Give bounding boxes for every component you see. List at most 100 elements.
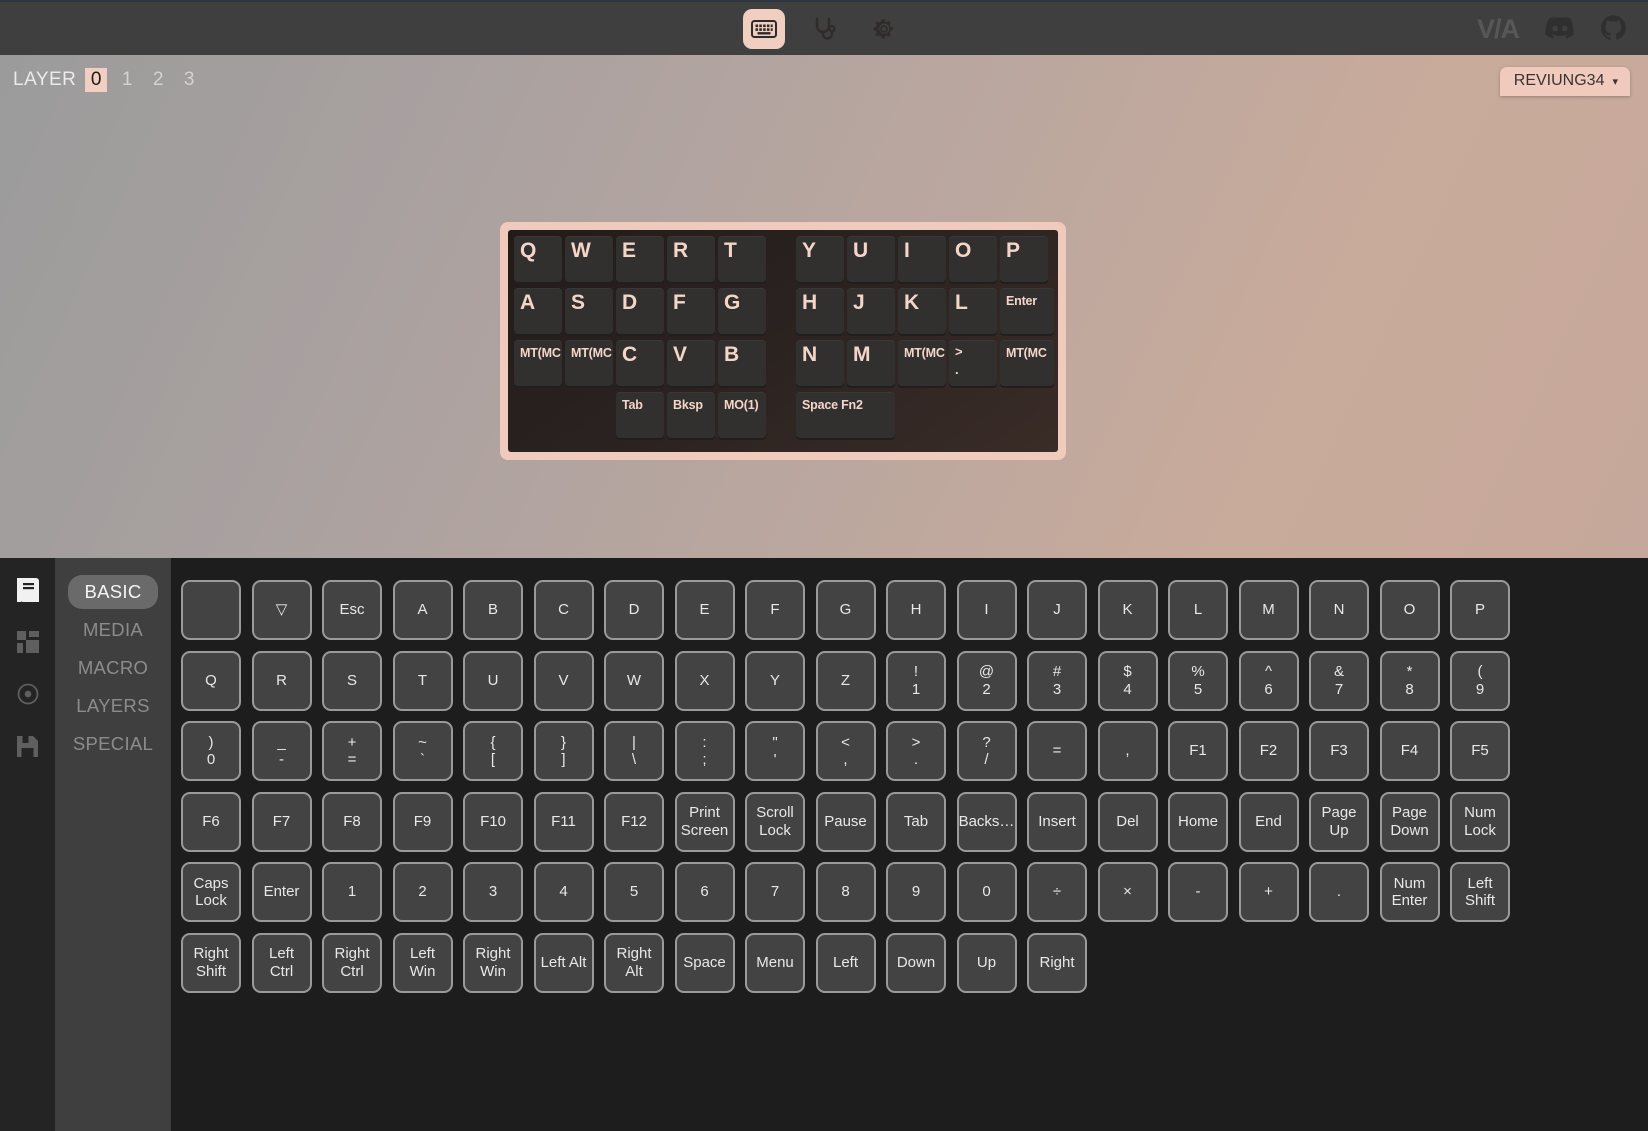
key-option[interactable]: ▽ — [251, 580, 312, 640]
key-option[interactable]: C — [533, 580, 594, 640]
key-option[interactable]: Right Alt — [604, 932, 664, 993]
key-option[interactable]: Insert — [1027, 791, 1087, 852]
debug-tab[interactable] — [803, 9, 845, 49]
layer-option-1[interactable]: 1 — [116, 68, 138, 92]
key-option[interactable]: (9 — [1450, 650, 1510, 711]
key-option[interactable]: L — [1168, 580, 1228, 640]
key-option[interactable]: V — [533, 650, 594, 711]
key-option[interactable]: $4 — [1097, 650, 1158, 711]
key-option[interactable]: ÷ — [1027, 862, 1087, 922]
keycap[interactable]: S — [565, 288, 613, 336]
keycap[interactable]: K — [898, 288, 946, 336]
key-option[interactable]: ~ ` — [392, 721, 453, 781]
key-option[interactable]: }] — [533, 721, 594, 781]
keyboard-tab[interactable] — [743, 8, 785, 49]
key-option[interactable]: ^ 6 — [1238, 650, 1299, 711]
key-option[interactable]: - — [1168, 862, 1228, 922]
keycap[interactable]: P — [1000, 236, 1048, 284]
key-option[interactable]: 7 — [745, 862, 805, 922]
keycap[interactable]: MT(MC — [898, 340, 946, 388]
key-option[interactable]: O — [1379, 580, 1440, 640]
discord-link[interactable] — [1545, 16, 1575, 44]
layer-option-0[interactable]: 0 — [85, 68, 108, 92]
key-option[interactable]: Space — [674, 932, 735, 993]
key-option[interactable]: Tab — [886, 791, 946, 852]
key-option[interactable]: D — [604, 580, 664, 640]
key-option[interactable]: J — [1027, 580, 1087, 640]
keycap[interactable]: Space Fn2 — [796, 392, 895, 440]
key-option[interactable]: F10 — [463, 791, 523, 852]
key-option[interactable]: 0 — [956, 862, 1017, 922]
key-option[interactable]: " ' — [745, 721, 805, 781]
keycap[interactable]: R — [667, 236, 715, 284]
key-option[interactable]: Y — [745, 650, 805, 711]
keycap[interactable]: MT(MC — [514, 340, 562, 388]
keycap[interactable]: >. — [949, 340, 997, 388]
keyboard-select-dropdown[interactable]: REVIUNG34 ▾ — [1499, 67, 1630, 96]
keycap[interactable]: C — [616, 340, 664, 388]
key-option[interactable]: Menu — [745, 932, 805, 993]
keycap[interactable]: T — [718, 236, 766, 284]
key-option[interactable]: Right — [1027, 932, 1087, 993]
key-option[interactable]: Esc — [322, 580, 382, 640]
keycap[interactable]: B — [718, 340, 766, 388]
key-option[interactable]: F2 — [1238, 721, 1299, 781]
keycap[interactable]: Tab — [616, 392, 664, 440]
key-option[interactable]: F11 — [533, 791, 594, 852]
key-option[interactable]: × — [1097, 862, 1158, 922]
keycap[interactable]: E — [616, 236, 664, 284]
keycap[interactable]: W — [565, 236, 613, 284]
key-option[interactable]: Left Ctrl — [251, 932, 312, 993]
settings-tab[interactable] — [863, 9, 905, 49]
key-option[interactable]: F4 — [1379, 721, 1440, 781]
keycap[interactable]: I — [898, 236, 946, 284]
key-option[interactable]: Backs… — [956, 791, 1017, 852]
key-option[interactable]: Down — [886, 932, 946, 993]
key-option[interactable]: ! 1 — [886, 650, 946, 711]
key-option[interactable]: U — [463, 650, 523, 711]
category-special[interactable]: SPECIAL — [68, 727, 158, 761]
key-option[interactable]: Page Up — [1309, 791, 1369, 852]
key-option[interactable]: P — [1450, 580, 1510, 640]
key-option[interactable]: Up — [956, 932, 1017, 993]
keycap[interactable]: M — [847, 340, 895, 388]
key-option[interactable]: Caps Lock — [181, 862, 241, 922]
key-option[interactable]: | \ — [604, 721, 664, 781]
key-option[interactable]: ) 0 — [181, 721, 241, 781]
key-option[interactable]: F1 — [1168, 721, 1228, 781]
key-option[interactable]: {[ — [463, 721, 523, 781]
key-option[interactable]: F5 — [1450, 721, 1510, 781]
key-option[interactable]: Left Alt — [533, 932, 594, 993]
keycap[interactable]: L — [949, 288, 997, 336]
key-option[interactable]: Home — [1168, 791, 1228, 852]
key-option[interactable]: & 7 — [1309, 650, 1369, 711]
key-option[interactable]: Right Ctrl — [322, 932, 382, 993]
key-option[interactable]: 4 — [533, 862, 594, 922]
key-option[interactable]: F12 — [604, 791, 664, 852]
keycap[interactable]: U — [847, 236, 895, 284]
key-option-blank[interactable] — [181, 580, 241, 640]
keycap[interactable]: O — [949, 236, 997, 284]
keycap[interactable]: D — [616, 288, 664, 336]
key-option[interactable]: Scroll Lock — [745, 791, 805, 852]
key-option[interactable]: #3 — [1027, 650, 1087, 711]
key-option[interactable]: 9 — [886, 862, 946, 922]
key-option[interactable]: + — [1238, 862, 1299, 922]
key-option[interactable]: T — [392, 650, 453, 711]
category-media[interactable]: MEDIA — [68, 613, 158, 647]
key-option[interactable]: B — [463, 580, 523, 640]
key-option[interactable]: X — [674, 650, 735, 711]
key-option[interactable]: _ - — [251, 721, 312, 781]
key-option[interactable]: G — [815, 580, 876, 640]
key-option[interactable]: Page Down — [1379, 791, 1440, 852]
key-option[interactable]: * 8 — [1379, 650, 1440, 711]
key-option[interactable]: Left — [815, 932, 876, 993]
key-option[interactable]: Left Shift — [1450, 862, 1510, 922]
key-option[interactable]: 5 — [604, 862, 664, 922]
keycap[interactable]: MO(1) — [718, 392, 766, 440]
key-option[interactable]: 8 — [815, 862, 876, 922]
key-option[interactable]: ? / — [956, 721, 1017, 781]
key-option[interactable]: Right Shift — [181, 932, 241, 993]
keycap[interactable]: N — [796, 340, 844, 388]
keycap[interactable]: Q — [514, 236, 562, 284]
